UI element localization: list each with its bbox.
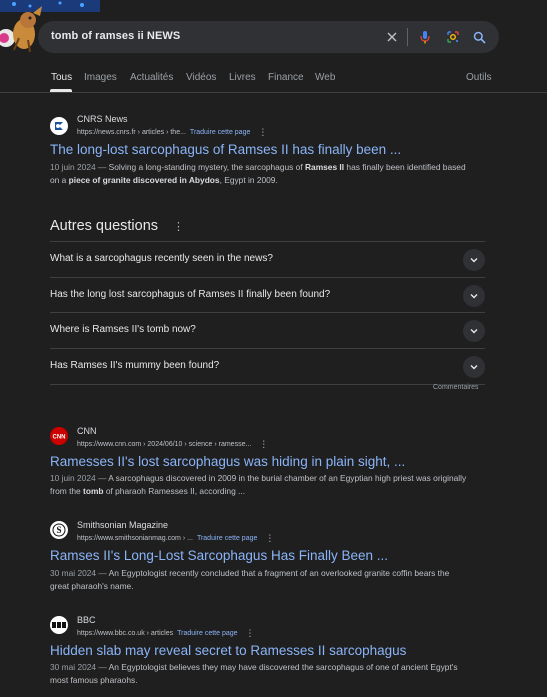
result-date: 30 mai 2024 — xyxy=(50,662,109,672)
result-title[interactable]: The long-lost sarcophagus of Ramses II h… xyxy=(50,142,401,157)
tools-button[interactable]: Outils xyxy=(466,72,492,83)
result-date: 10 juin 2024 — xyxy=(50,473,109,483)
paa-question[interactable]: Where is Ramses II's tomb now? xyxy=(50,312,485,348)
search-result: CNRS News https://news.cnrs.fr › article… xyxy=(50,114,490,194)
search-result: BBC https://www.bbc.co.uk › articles Trad… xyxy=(50,615,490,690)
paa-question-text[interactable]: Where is Ramses II's tomb now? xyxy=(50,324,196,335)
tab-all[interactable]: Tous xyxy=(51,72,72,83)
tab-images[interactable]: Images xyxy=(84,72,117,83)
microphone-icon[interactable] xyxy=(417,29,433,45)
chevron-down-icon[interactable] xyxy=(463,320,485,342)
search-divider xyxy=(407,28,408,46)
search-input[interactable]: tomb of ramses ii NEWS xyxy=(51,30,180,42)
result-url-text[interactable]: https://www.cnn.com › 2024/06/10 › scien… xyxy=(77,441,251,448)
search-results-page: tomb of ramses ii NEWS Tous Images Actua… xyxy=(0,0,547,697)
cnrs-favicon xyxy=(50,117,68,135)
search-result: S Smithsonian Magazine https://www.smith… xyxy=(50,520,490,592)
tabs-divider xyxy=(0,92,547,93)
result-snippet-text: An Egyptologist believes they may have d… xyxy=(50,662,458,685)
svg-text:S: S xyxy=(56,525,61,535)
translate-link[interactable]: Traduire cette page xyxy=(190,129,250,136)
cnn-favicon: CNN xyxy=(50,427,68,445)
search-icon[interactable] xyxy=(471,29,487,45)
chevron-down-icon[interactable] xyxy=(463,285,485,307)
translate-link[interactable]: Traduire cette page xyxy=(177,630,237,637)
result-url-text[interactable]: https://www.smithsonianmag.com › ... xyxy=(77,535,193,542)
result-url[interactable]: https://www.cnn.com › 2024/06/10 › scien… xyxy=(77,439,268,450)
result-snippet: 10 juin 2024 — Solving a long-standing m… xyxy=(50,161,470,187)
result-snippet: 30 mai 2024 — An Egyptologist recently c… xyxy=(50,567,470,593)
tab-finance[interactable]: Finance xyxy=(268,72,304,83)
result-title[interactable]: Ramses II's Long-Lost Sarcophagus Has Fi… xyxy=(50,548,388,563)
paa-heading: Autres questions xyxy=(50,218,159,234)
paa-question[interactable]: What is a sarcophagus recently seen in t… xyxy=(50,241,485,277)
result-url-text[interactable]: https://www.bbc.co.uk › articles xyxy=(77,630,173,637)
result-source[interactable]: CNN xyxy=(77,426,97,436)
tab-books[interactable]: Livres xyxy=(229,72,256,83)
result-snippet-text: An Egyptologist recently concluded that … xyxy=(50,568,450,591)
result-snippet: 30 mai 2024 — An Egyptologist believes t… xyxy=(50,661,470,687)
result-url[interactable]: https://www.bbc.co.uk › articles Traduire… xyxy=(77,628,255,639)
result-date: 30 mai 2024 — xyxy=(50,568,109,578)
result-title[interactable]: Hidden slab may reveal secret to Ramesse… xyxy=(50,643,406,658)
paa-question-text[interactable]: Has the long lost sarcophagus of Ramses … xyxy=(50,289,330,300)
camera-lens-icon[interactable] xyxy=(445,29,461,45)
search-result: CNN CNN https://www.cnn.com › 2024/06/10… xyxy=(50,426,490,498)
paa-question-text[interactable]: Has Ramses II's mummy been found? xyxy=(50,360,219,371)
result-url-text[interactable]: https://news.cnrs.fr › articles › the... xyxy=(77,129,186,136)
paa-question-text[interactable]: What is a sarcophagus recently seen in t… xyxy=(50,253,273,264)
three-dot-menu-icon[interactable]: ⋮ xyxy=(173,220,184,233)
close-icon[interactable] xyxy=(384,29,400,45)
tab-web[interactable]: Web xyxy=(315,72,335,83)
three-dot-menu-icon[interactable]: ⋮ xyxy=(265,533,274,544)
three-dot-menu-icon[interactable]: ⋮ xyxy=(259,439,268,450)
result-snippet-text: A sarcophagus discovered in 2009 in the … xyxy=(50,473,467,496)
result-source[interactable]: CNRS News xyxy=(77,114,128,124)
result-url[interactable]: https://news.cnrs.fr › articles › the...… xyxy=(77,127,267,138)
result-snippet: 10 juin 2024 — A sarcophagus discovered … xyxy=(50,472,470,498)
result-source[interactable]: BBC xyxy=(77,615,96,625)
tab-news[interactable]: Actualités xyxy=(130,72,173,83)
three-dot-menu-icon[interactable]: ⋮ xyxy=(246,628,255,639)
result-date: 10 juin 2024 — xyxy=(50,162,109,172)
paa-divider xyxy=(50,384,485,385)
feedback-link[interactable]: Commentaires xyxy=(433,384,479,391)
result-title[interactable]: Ramesses II's lost sarcophagus was hidin… xyxy=(50,454,405,469)
smithsonian-favicon: S xyxy=(50,521,68,539)
bbc-favicon xyxy=(50,616,68,634)
paa-question[interactable]: Has the long lost sarcophagus of Ramses … xyxy=(50,277,485,313)
three-dot-menu-icon[interactable]: ⋮ xyxy=(258,127,267,138)
result-url[interactable]: https://www.smithsonianmag.com › ... Trad… xyxy=(77,533,274,544)
paa-question[interactable]: Has Ramses II's mummy been found? xyxy=(50,348,485,384)
tab-videos[interactable]: Vidéos xyxy=(186,72,216,83)
search-box[interactable]: tomb of ramses ii NEWS xyxy=(38,21,499,53)
search-tabs: Tous Images Actualités Vidéos Livres Fin… xyxy=(0,66,547,92)
chevron-down-icon[interactable] xyxy=(463,249,485,271)
result-source[interactable]: Smithsonian Magazine xyxy=(77,520,168,530)
translate-link[interactable]: Traduire cette page xyxy=(197,535,257,542)
result-snippet-text: Solving a long-standing mystery, the sar… xyxy=(50,162,466,185)
svg-text:CNN: CNN xyxy=(53,435,66,441)
chevron-down-icon[interactable] xyxy=(463,356,485,378)
